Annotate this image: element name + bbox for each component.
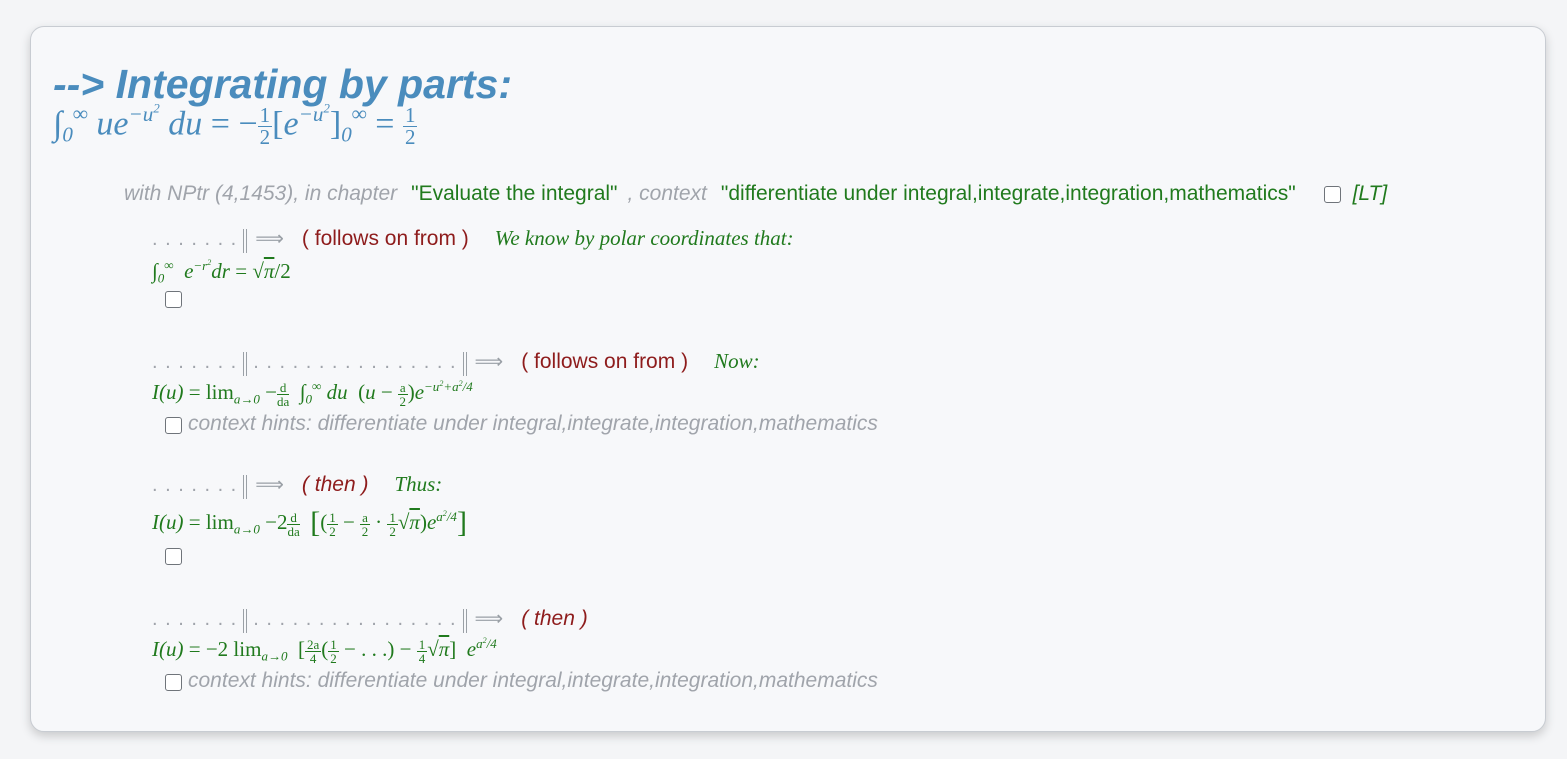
step-note: We know by polar coordinates that: [494, 226, 794, 250]
step-leader: . . . . . . . [152, 228, 238, 250]
step-rule: ( follows on from ) [521, 350, 689, 373]
implies-arrow-icon: ⟹ [474, 608, 504, 630]
step-rule: ( then ) [521, 607, 588, 630]
double-bar-icon [462, 351, 467, 376]
double-bar-icon [243, 351, 248, 376]
meta-prefix: with NPtr (4,1453), in chapter [124, 182, 398, 205]
context-hint: context hints: differentiate under integ… [188, 412, 878, 435]
step-leader: . . . . . . . [152, 351, 238, 373]
context-value: "differentiate under integral,integrate,… [720, 182, 1296, 205]
step-3-checkbox-row [165, 548, 182, 566]
step-note: Now: [714, 349, 760, 373]
step-leader: . . . . . . . [152, 608, 238, 630]
step-leader-2: . . . . . . . . . . . . . . . . [253, 608, 457, 630]
step-note: Thus: [394, 472, 443, 496]
step-1-header: . . . . . . . ⟹ ( follows on from ) We know… [152, 226, 794, 253]
context-hint: context hints: differentiate under integ… [188, 669, 878, 692]
page-title: --> Integrating by parts: [53, 61, 513, 107]
step-2-hint-row: context hints: differentiate under integ… [165, 412, 878, 436]
step-4-header: . . . . . . . . . . . . . . . . . . . . .… [152, 606, 588, 633]
lt-label: [LT] [1352, 182, 1388, 205]
step-rule: ( follows on from ) [301, 227, 469, 250]
step-3-header: . . . . . . . ⟹ ( then ) Thus: [152, 472, 442, 499]
step-1-formula: ∫0∞ e−r2dr = √π/2 [152, 257, 291, 286]
implies-arrow-icon: ⟹ [255, 474, 284, 496]
step-4-formula: I(u) = −2 lima→0 [2a 4(1 2 − . . .) − 1 4 √π… [152, 635, 497, 666]
step-leader-2: . . . . . . . . . . . . . . . . [253, 351, 457, 373]
step-3-formula: I(u) = lima→0 −2 d da [(1 2 − a2 · 1 2 √π)ea2… [152, 506, 467, 539]
step-4-checkbox[interactable] [165, 674, 182, 692]
step-4-hint-row: context hints: differentiate under integ… [165, 669, 878, 693]
step-2-header: . . . . . . . . . . . . . . . . . . . . .… [152, 349, 760, 376]
double-bar-icon [243, 474, 248, 499]
chapter-name: "Evaluate the integral" [411, 182, 618, 205]
step-leader: . . . . . . . [152, 474, 238, 496]
implies-arrow-icon: ⟹ [255, 228, 284, 250]
double-bar-icon [243, 608, 248, 633]
metadata-line: with NPtr (4,1453), in chapter "Evaluate … [124, 182, 1387, 206]
step-3-checkbox[interactable] [165, 548, 182, 566]
context-label: , context [627, 182, 707, 205]
implies-arrow-icon: ⟹ [474, 351, 504, 373]
step-1-checkbox[interactable] [165, 291, 182, 309]
step-1-checkbox-row [165, 291, 182, 309]
double-bar-icon [462, 608, 467, 633]
step-2-formula: I(u) = lima→0 − d da ∫0∞ du (u − a 2)e−u2+a… [152, 378, 473, 409]
proof-step-card: --> Integrating by parts: ∫0∞ ue−u2 du =… [30, 26, 1546, 732]
double-bar-icon [243, 228, 248, 253]
main-equation: ∫0∞ ue−u2 du = −1 2 [e−u2]0∞ = 12 [53, 100, 418, 149]
lt-checkbox[interactable] [1323, 185, 1341, 203]
step-rule: ( then ) [301, 473, 369, 496]
step-2-checkbox[interactable] [165, 417, 182, 435]
